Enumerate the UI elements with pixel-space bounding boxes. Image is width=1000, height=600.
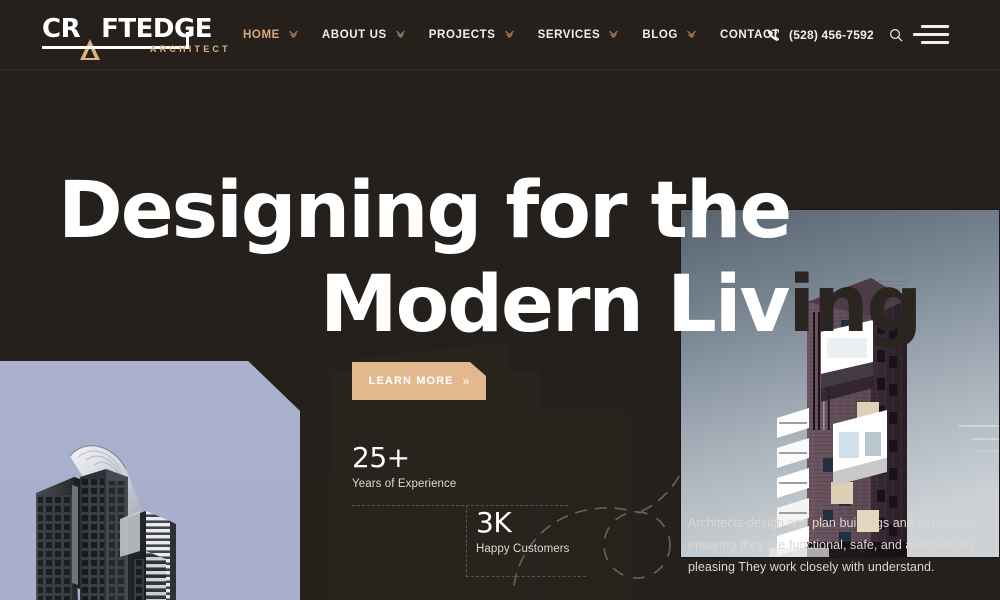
logo-tagline: ARCHITECT — [150, 44, 231, 54]
header-contact-block: (528) 456-7592 — [766, 0, 903, 70]
logo-text-part2: FTEDGE — [101, 14, 213, 44]
double-chevron-right-icon: » — [462, 374, 470, 388]
site-header: CR FTEDGE ARCHITECT HOME ABOUT US PROJECT… — [0, 0, 1000, 70]
stat-divider-vertical-1 — [466, 505, 467, 577]
site-logo[interactable]: CR FTEDGE ARCHITECT — [42, 14, 228, 60]
phone-number[interactable]: (528) 456-7592 — [789, 28, 874, 42]
chevron-down-icon[interactable] — [289, 30, 298, 40]
nav-item-label: BLOG — [642, 29, 678, 41]
nav-item-label: ABOUT US — [321, 29, 387, 41]
learn-more-button[interactable]: LEARN MORE » — [352, 362, 486, 400]
hamburger-menu-icon[interactable] — [913, 25, 949, 45]
nav-item-home[interactable]: HOME — [243, 0, 308, 70]
apartment-tower-illustration — [681, 210, 999, 557]
hero-image-left — [0, 361, 300, 600]
stat-label: Happy Customers — [476, 543, 570, 555]
stat-divider-horizontal-2 — [466, 576, 586, 577]
page-root: CR FTEDGE ARCHITECT HOME ABOUT US PROJECT… — [0, 0, 1000, 600]
nav-item-projects[interactable]: PROJECTS — [429, 0, 524, 70]
skyscraper-illustration — [36, 445, 176, 600]
stat-happy-customers: 3K Happy Customers — [476, 506, 570, 556]
nav-item-blog[interactable]: BLOG — [642, 0, 706, 70]
nav-item-label: PROJECTS — [428, 29, 496, 41]
nav-item-label: HOME — [243, 29, 280, 41]
nav-item-services[interactable]: SERVICES — [538, 0, 629, 70]
chevron-down-icon[interactable] — [609, 30, 619, 40]
hero-image-right — [680, 209, 1000, 558]
stat-value: 25+ — [352, 441, 410, 474]
search-icon[interactable] — [889, 28, 903, 42]
hero-description: Architects design and plan buildings and… — [688, 516, 977, 574]
chevron-down-icon[interactable] — [395, 30, 405, 40]
learn-more-label: LEARN MORE — [368, 375, 454, 387]
stat-label: Years of Experience — [352, 478, 457, 490]
nav-item-label: SERVICES — [537, 29, 601, 41]
stat-years-of-experience: 25+ Years of Experience — [352, 441, 457, 491]
nav-item-about-us[interactable]: ABOUT US — [322, 0, 415, 70]
stat-value: 3K — [476, 506, 512, 539]
chevron-down-icon[interactable] — [687, 30, 696, 40]
logo-text-part1: CR — [42, 14, 81, 44]
chevron-down-icon[interactable] — [504, 30, 514, 40]
main-navigation: HOME ABOUT US PROJECTS SERVICES BLOG CON… — [243, 0, 812, 70]
phone-icon — [766, 28, 780, 42]
logo-wordmark: CR FTEDGE — [42, 14, 227, 60]
stat-divider-horizontal-1 — [352, 505, 568, 506]
